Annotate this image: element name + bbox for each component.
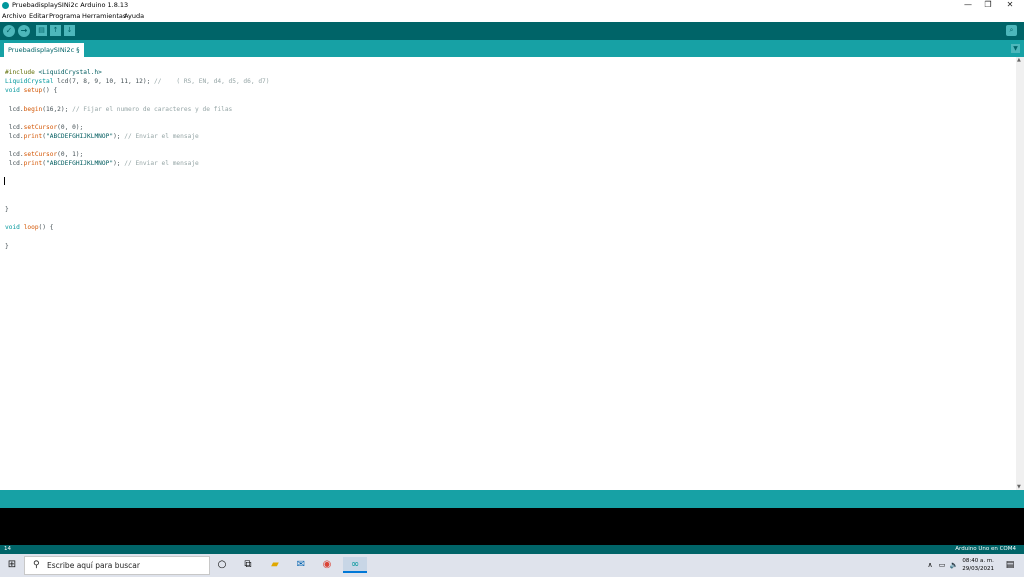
tab-bar: PruebadisplaySINi2c § ▼ — [0, 40, 1024, 57]
start-button[interactable]: ⊞ — [4, 557, 20, 573]
code-line: } — [5, 206, 9, 214]
tab-sketch[interactable]: PruebadisplaySINi2c § — [4, 43, 84, 57]
circle-icon: ○ — [217, 559, 227, 570]
arduino-icon: ∞ — [350, 559, 360, 570]
volume-icon[interactable]: 🔈 — [946, 557, 962, 573]
close-button[interactable]: ✕ — [1000, 0, 1020, 11]
minimize-button[interactable]: — — [958, 0, 978, 11]
upload-button[interactable]: → — [18, 25, 30, 37]
tab-menu-button[interactable]: ▼ — [1011, 44, 1020, 53]
code-line: #include <LiquidCrystal.h> — [5, 69, 102, 76]
toolbar: ✓ → ▤ ↑ ↓ ⌕ — [0, 22, 1024, 40]
search-icon: ⚲ — [33, 560, 40, 570]
menu-archivo[interactable]: Archivo — [2, 11, 26, 22]
code-line: LiquidCrystal lcd(7, 8, 9, 10, 11, 12); … — [5, 78, 270, 86]
mail-button[interactable]: ✉ — [293, 557, 309, 573]
clock[interactable]: 08:40 a. m. 29/03/2021 — [962, 557, 994, 573]
file-explorer-button[interactable]: ▰ — [267, 557, 283, 573]
title-bar: PruebadisplaySINi2c Arduino 1.8.13 — ❐ ✕ — [0, 0, 1024, 11]
chevron-up-icon: ∧ — [927, 561, 933, 569]
serial-monitor-button[interactable]: ⌕ — [1006, 25, 1017, 36]
action-center-button[interactable]: ▤ — [1002, 557, 1018, 573]
menu-editar[interactable]: Editar — [29, 11, 48, 22]
code-line: void loop() { — [5, 224, 54, 232]
code-line: lcd.setCursor(0, 1); — [5, 151, 84, 159]
status-bar: 14 Arduino Uno en COM4 — [0, 545, 1024, 554]
board-port: Arduino Uno en COM4 — [955, 546, 1016, 552]
scroll-up-icon[interactable]: ▲ — [1017, 57, 1021, 63]
menu-programa[interactable]: Programa — [49, 11, 80, 22]
console-output — [0, 508, 1024, 545]
check-icon: ✓ — [5, 26, 13, 35]
open-icon: ↑ — [52, 26, 59, 34]
chrome-button[interactable]: ◉ — [319, 557, 335, 573]
windows-logo-icon: ⊞ — [7, 559, 17, 570]
magnifier-icon: ⌕ — [1009, 26, 1014, 34]
mail-icon: ✉ — [296, 559, 306, 570]
search-placeholder: Escribe aquí para buscar — [47, 561, 140, 570]
save-icon: ↓ — [66, 26, 73, 34]
menu-herramientas[interactable]: Herramientas — [82, 11, 126, 22]
code-text: #include <LiquidCrystal.h> LiquidCrystal… — [5, 68, 270, 251]
save-button[interactable]: ↓ — [64, 25, 75, 36]
code-line: lcd.print("ABCDEFGHIJKLMNOP"); // Enviar… — [5, 160, 199, 168]
task-view-button[interactable]: ⧉ — [240, 557, 256, 573]
code-line: void setup() { — [5, 87, 58, 95]
vertical-scrollbar[interactable]: ▲ ▼ — [1016, 57, 1024, 490]
new-file-icon: ▤ — [38, 26, 45, 34]
arduino-taskbar-button[interactable]: ∞ — [343, 557, 367, 573]
chrome-icon: ◉ — [322, 559, 332, 570]
code-line: lcd.setCursor(0, 0); — [5, 123, 84, 131]
new-button[interactable]: ▤ — [36, 25, 47, 36]
code-line: } — [5, 242, 9, 250]
cortana-button[interactable]: ○ — [214, 557, 230, 573]
task-view-icon: ⧉ — [244, 559, 252, 570]
window-title: PruebadisplaySINi2c Arduino 1.8.13 — [12, 1, 129, 9]
folder-icon: ▰ — [271, 559, 279, 570]
code-editor[interactable]: #include <LiquidCrystal.h> LiquidCrystal… — [0, 57, 1016, 490]
message-bar — [0, 490, 1024, 508]
chevron-down-icon: ▼ — [1013, 45, 1018, 52]
restore-button[interactable]: ❐ — [978, 0, 998, 11]
code-line: lcd.begin(16,2); // Fijar el numero de c… — [5, 105, 233, 113]
clock-date: 29/03/2021 — [962, 566, 994, 572]
verify-button[interactable]: ✓ — [3, 25, 15, 37]
search-box[interactable]: ⚲ Escribe aquí para buscar — [24, 556, 210, 575]
code-line: lcd.print("ABCDEFGHIJKLMNOP"); // Enviar… — [5, 132, 199, 140]
notification-icon: ▤ — [1005, 560, 1015, 570]
text-caret — [4, 177, 5, 185]
clock-time: 08:40 a. m. — [962, 558, 994, 564]
open-button[interactable]: ↑ — [50, 25, 61, 36]
arduino-logo-icon — [2, 2, 9, 9]
menu-bar: Archivo Editar Programa Herramientas Ayu… — [0, 11, 1024, 22]
arrow-right-icon: → — [20, 26, 28, 35]
menu-ayuda[interactable]: Ayuda — [124, 11, 144, 22]
line-number: 14 — [4, 546, 11, 552]
taskbar: ⊞ ⚲ Escribe aquí para buscar ○ ⧉ ▰ ✉ ◉ ∞… — [0, 554, 1024, 577]
